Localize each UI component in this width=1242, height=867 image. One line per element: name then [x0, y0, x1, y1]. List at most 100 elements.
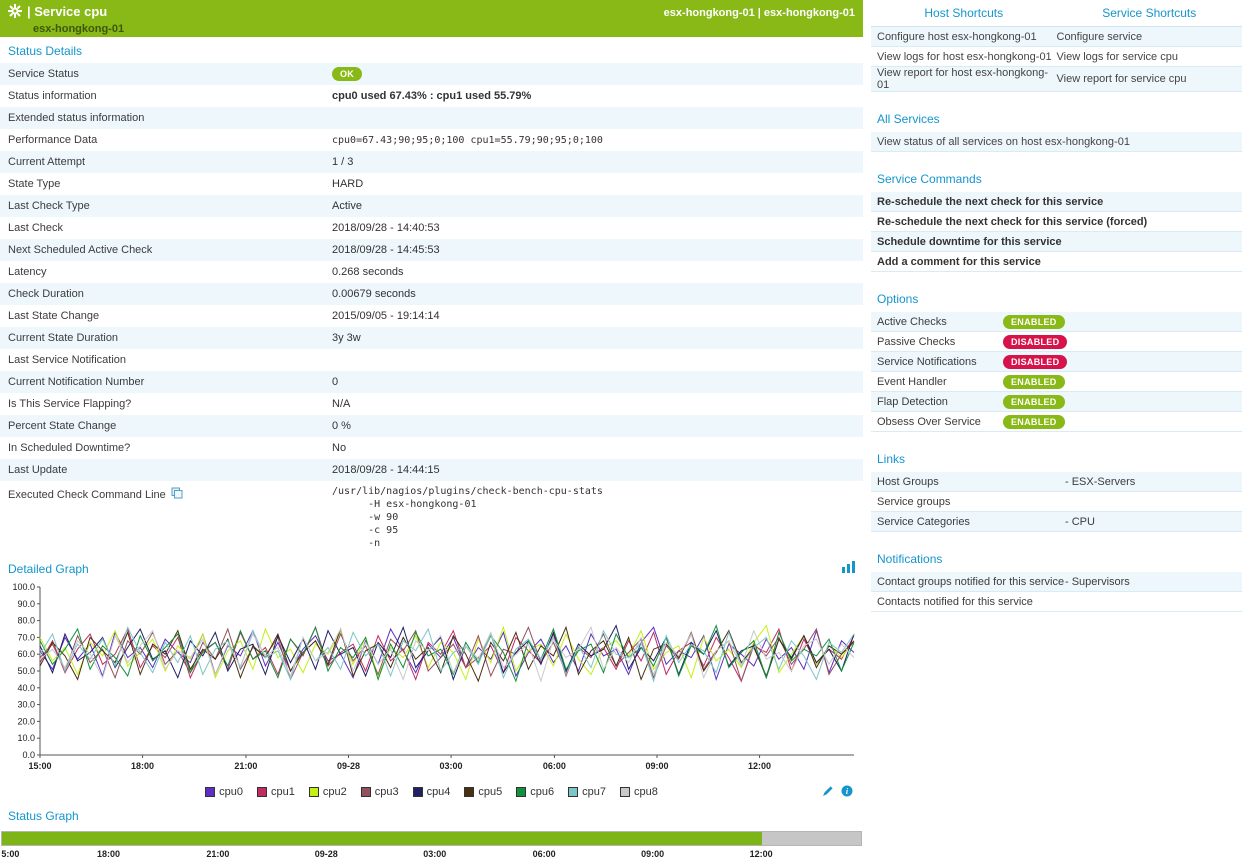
service-command-link[interactable]: Add a comment for this service: [877, 256, 1236, 268]
shortcut-link[interactable]: Configure host esx-hongkong-01: [877, 31, 1057, 43]
status-row: Extended status information: [0, 107, 863, 129]
enabled-badge: ENABLED: [1003, 375, 1065, 389]
svg-text:50.0: 50.0: [17, 666, 35, 676]
status-row-label: Latency: [0, 266, 332, 278]
disabled-badge: DISABLED: [1003, 355, 1067, 369]
all-services-title: All Services: [871, 105, 1242, 132]
status-row-value: HARD: [332, 178, 863, 190]
status-row-value: cpu0=67.43;90;95;0;100 cpu1=55.79;90;95;…: [332, 135, 863, 146]
status-row-label: Current Attempt: [0, 156, 332, 168]
legend-label: cpu2: [323, 786, 347, 798]
options-title: Options: [871, 285, 1242, 312]
status-graph-gray-segment: [762, 832, 861, 845]
legend-label: cpu3: [375, 786, 399, 798]
legend-label: cpu6: [530, 786, 554, 798]
enabled-badge: ENABLED: [1003, 315, 1065, 329]
shortcut-row: Configure host esx-hongkong-01Configure …: [871, 27, 1242, 47]
shortcut-row: View report for host esx-hongkong-01View…: [871, 67, 1242, 92]
status-details-section: Status Details Service StatusOKStatus in…: [0, 37, 863, 554]
status-row: Current State Duration3y 3w: [0, 327, 863, 349]
all-services-link[interactable]: View status of all services on host esx-…: [877, 136, 1236, 148]
status-row-value: 0.268 seconds: [332, 266, 863, 278]
service-command-link[interactable]: Schedule downtime for this service: [877, 236, 1236, 248]
info-icon[interactable]: i: [841, 785, 853, 800]
notification-row-value[interactable]: - Supervisors: [1065, 576, 1236, 588]
all-services-row: View status of all services on host esx-…: [871, 132, 1242, 152]
status-axis-label: 03:00: [423, 849, 446, 859]
status-row-label: Last Check Type: [0, 200, 332, 212]
status-row-value: 2018/09/28 - 14:44:15: [332, 464, 863, 476]
status-row: Is This Service Flapping?N/A: [0, 393, 863, 415]
disabled-badge: DISABLED: [1003, 335, 1067, 349]
shortcut-link[interactable]: View logs for host esx-hongkong-01: [877, 51, 1057, 63]
graph-legend-row: cpu0cpu1cpu2cpu3cpu4cpu5cpu6cpu7cpu8 i: [0, 782, 863, 802]
status-row-label: Current Notification Number: [0, 376, 332, 388]
shortcut-row: View logs for host esx-hongkong-01View l…: [871, 47, 1242, 67]
option-label: Event Handler: [877, 376, 1003, 388]
status-axis-label: 09:00: [641, 849, 664, 859]
status-row: Percent State Change0 %: [0, 415, 863, 437]
svg-text:60.0: 60.0: [17, 649, 35, 659]
view-command-icon[interactable]: [171, 487, 183, 502]
enabled-badge: ENABLED: [1003, 395, 1065, 409]
svg-text:10.0: 10.0: [17, 733, 35, 743]
status-row-value: 1 / 3: [332, 156, 863, 168]
service-commands-title: Service Commands: [871, 165, 1242, 192]
option-label: Service Notifications: [877, 356, 1003, 368]
legend-swatch: [205, 787, 215, 797]
svg-text:06:00: 06:00: [543, 761, 566, 771]
status-row-value: 3y 3w: [332, 332, 863, 344]
option-label: Obsess Over Service: [877, 416, 1003, 428]
link-row-value[interactable]: - ESX-Servers: [1065, 476, 1236, 488]
status-row-value: 2015/09/05 - 19:14:14: [332, 310, 863, 322]
shortcut-link[interactable]: View logs for service cpu: [1057, 51, 1237, 63]
status-row: Next Scheduled Active Check2018/09/28 - …: [0, 239, 863, 261]
legend-swatch: [257, 787, 267, 797]
svg-text:30.0: 30.0: [17, 700, 35, 710]
status-row-label: In Scheduled Downtime?: [0, 442, 332, 454]
option-label: Flap Detection: [877, 396, 1003, 408]
right-panel: Host Shortcuts Service Shortcuts Configu…: [871, 0, 1242, 863]
legend-swatch: [361, 787, 371, 797]
shortcuts-table: Configure host esx-hongkong-01Configure …: [871, 27, 1242, 92]
bar-chart-icon[interactable]: [842, 561, 855, 576]
notifications-table: Contact groups notified for this service…: [871, 572, 1242, 612]
svg-text:100.0: 100.0: [12, 582, 35, 592]
status-row: Status informationcpu0 used 67.43% : cpu…: [0, 85, 863, 107]
link-row: Service groups: [871, 492, 1242, 512]
links-title: Links: [871, 445, 1242, 472]
service-command-link[interactable]: Re-schedule the next check for this serv…: [877, 216, 1236, 228]
shortcuts-header: Host Shortcuts Service Shortcuts: [871, 0, 1242, 27]
links-table: Host Groups- ESX-ServersService groupsSe…: [871, 472, 1242, 532]
status-axis-label: 5:00: [1, 849, 19, 859]
gear-icon[interactable]: [8, 4, 22, 21]
svg-text:90.0: 90.0: [17, 599, 35, 609]
legend-item: cpu0: [205, 786, 243, 798]
option-label: Active Checks: [877, 316, 1003, 328]
ok-badge: OK: [332, 67, 362, 81]
edit-graph-icon[interactable]: [822, 785, 834, 800]
service-shortcuts-title: Service Shortcuts: [1057, 0, 1242, 26]
left-column: | Service cpu esx-hongkong-01 esx-hongko…: [0, 0, 863, 863]
status-details-title: Status Details: [8, 44, 82, 58]
status-row-label: Current State Duration: [0, 332, 332, 344]
shortcut-link[interactable]: View report for service cpu: [1057, 73, 1237, 85]
status-row-value: 2018/09/28 - 14:45:53: [332, 244, 863, 256]
shortcut-link[interactable]: View report for host esx-hongkong-01: [877, 67, 1057, 91]
svg-text:80.0: 80.0: [17, 616, 35, 626]
status-graph-axis: 5:0018:0021:0009-2803:0006:0009:0012:00: [0, 849, 861, 863]
status-graph-bar: [1, 831, 862, 846]
service-command-row: Schedule downtime for this service: [871, 232, 1242, 252]
option-row: Flap DetectionENABLED: [871, 392, 1242, 412]
legend-item: cpu6: [516, 786, 554, 798]
shortcut-link[interactable]: Configure service: [1057, 31, 1237, 43]
options-table: Active ChecksENABLEDPassive ChecksDISABL…: [871, 312, 1242, 432]
status-row: State TypeHARD: [0, 173, 863, 195]
service-command-link[interactable]: Re-schedule the next check for this serv…: [877, 196, 1236, 208]
svg-text:09:00: 09:00: [645, 761, 668, 771]
status-row-label: Is This Service Flapping?: [0, 398, 332, 410]
svg-text:18:00: 18:00: [131, 761, 154, 771]
legend-label: cpu1: [271, 786, 295, 798]
link-row-value[interactable]: - CPU: [1065, 516, 1236, 528]
status-row: Last Check TypeActive: [0, 195, 863, 217]
